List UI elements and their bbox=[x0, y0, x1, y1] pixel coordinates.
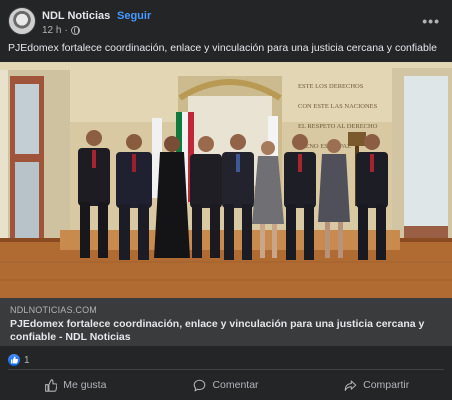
wall-text-line: CON ESTE LAS NACIONES bbox=[298, 103, 378, 110]
share-button[interactable]: Compartir bbox=[301, 371, 452, 399]
group-photo-illustration: ESTE LOS DERECHOS CON ESTE LAS NACIONES … bbox=[0, 62, 452, 298]
comment-button[interactable]: Comentar bbox=[151, 371, 302, 399]
meta-separator: · bbox=[64, 25, 68, 36]
header-separator: · bbox=[107, 10, 111, 22]
thumbs-up-icon bbox=[45, 378, 58, 392]
share-arrow-icon bbox=[344, 380, 357, 391]
post-actions-bar: Me gusta Comentar Compartir bbox=[0, 371, 452, 399]
post-meta: 12 h · bbox=[42, 25, 80, 36]
reaction-summary[interactable]: 1 bbox=[8, 353, 30, 367]
page-name-link[interactable]: NDL Noticias bbox=[42, 10, 110, 22]
post-header: NDL Noticias · Seguir 12 h · ••• bbox=[8, 7, 444, 39]
post-photo[interactable]: ESTE LOS DERECHOS CON ESTE LAS NACIONES … bbox=[0, 62, 452, 298]
globe-icon bbox=[70, 26, 80, 35]
more-options-icon[interactable]: ••• bbox=[422, 13, 440, 29]
comment-label: Comentar bbox=[212, 379, 259, 391]
link-domain: NDLNOTICIAS.COM bbox=[10, 305, 98, 315]
comment-bubble-icon bbox=[194, 379, 206, 391]
share-label: Compartir bbox=[363, 379, 410, 391]
like-reaction-icon bbox=[8, 354, 20, 366]
post-timestamp[interactable]: 12 h bbox=[42, 25, 61, 36]
post-caption: PJEdomex fortalece coordinación, enlace … bbox=[8, 42, 437, 54]
link-preview-card[interactable]: NDLNOTICIAS.COM PJEdomex fortalece coord… bbox=[0, 298, 452, 346]
follow-button[interactable]: Seguir bbox=[117, 10, 151, 22]
page-avatar[interactable] bbox=[8, 7, 36, 35]
wall-text-line: ESTE LOS DERECHOS bbox=[298, 83, 364, 90]
wall-text-line: EL RESPETO AL DERECHO bbox=[298, 123, 378, 130]
facebook-post: NDL Noticias · Seguir 12 h · ••• PJEdome… bbox=[0, 0, 452, 400]
like-label: Me gusta bbox=[63, 379, 107, 391]
link-title[interactable]: PJEdomex fortalece coordinación, enlace … bbox=[10, 318, 430, 344]
reaction-count: 1 bbox=[24, 354, 30, 366]
action-divider bbox=[8, 369, 444, 370]
like-button[interactable]: Me gusta bbox=[0, 371, 151, 399]
